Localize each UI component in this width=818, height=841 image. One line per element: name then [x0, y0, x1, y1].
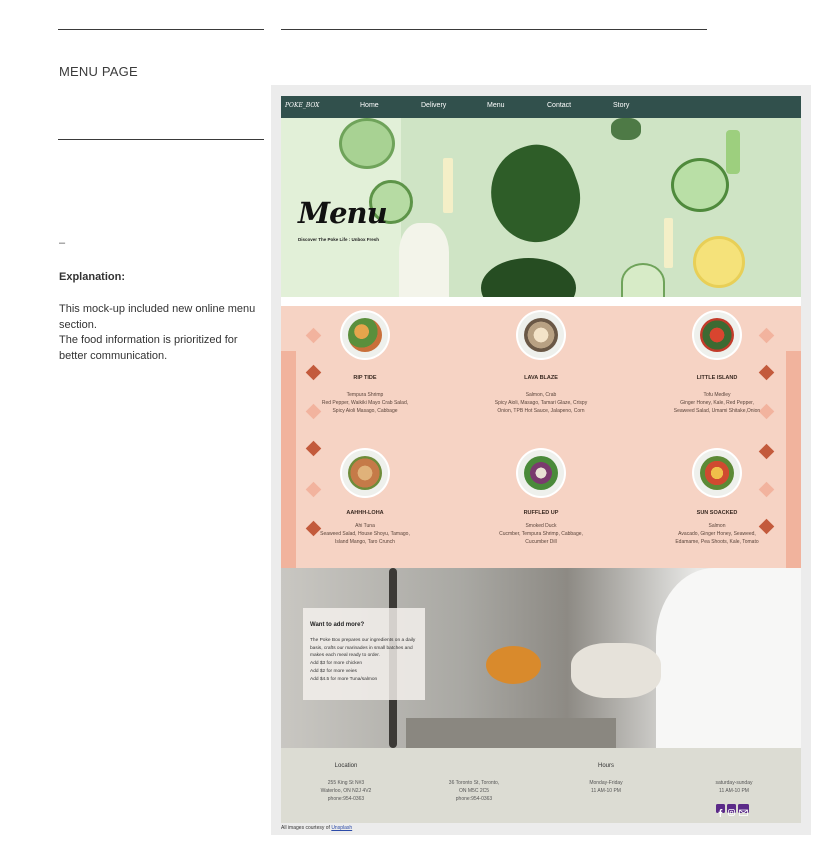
menu-section: RIP TIDE Tempura Shrimp Red Pepper, Waik… [281, 306, 801, 568]
tray [406, 718, 616, 748]
site-logo[interactable]: POKE_BOX [285, 102, 319, 109]
mail-icon[interactable] [738, 804, 749, 816]
bowl-image [694, 450, 740, 496]
chef-coat [656, 568, 801, 748]
footer-hours-1: Hours Monday-Friday 11 AM-10 PM [551, 762, 661, 795]
nav-home[interactable]: Home [360, 102, 379, 109]
footer-location-1: Location 255 King St N#3 Waterloo, ON N2… [291, 762, 401, 803]
menu-item-desc: Ahi Tuna Seaweed Salad, House Shoyu, Tam… [320, 523, 410, 545]
menu-item-aahhh-loha[interactable]: AAHHH-LOHA Ahi Tuna Seaweed Salad, House… [290, 450, 440, 546]
page-title: MENU PAGE [59, 64, 138, 79]
nav-story[interactable]: Story [613, 102, 629, 109]
explanation-heading: Explanation: [59, 271, 126, 283]
nav-delivery[interactable]: Delivery [421, 102, 446, 109]
bowl-image [518, 450, 564, 496]
hero-title: Menu [298, 196, 388, 230]
cucumber-slice [671, 158, 729, 212]
cucumber-slice [339, 118, 395, 169]
hero-subtitle: Discover The Poke Life : Unbox Fresh [298, 237, 380, 242]
menu-item-desc: Salmon Avacado, Ginger Honey, Seaweed, E… [675, 523, 759, 545]
hours-1-text: Monday-Friday 11 AM-10 PM [589, 780, 623, 794]
bowl-image [694, 312, 740, 358]
add-more-heading: Want to add more? [310, 622, 365, 628]
location-1-text: 255 King St N#3 Waterloo, ON N2J 4V2 pho… [320, 780, 372, 802]
apple-stick [443, 158, 453, 213]
spinach-leaf [477, 133, 593, 255]
food-in-hand [486, 646, 541, 684]
gloved-hand [571, 643, 661, 698]
menu-item-name: RIP TIDE [353, 375, 377, 381]
spinach-leaf [481, 258, 576, 297]
bowl-image [342, 450, 388, 496]
menu-item-desc: Tempura Shrimp Red Pepper, Waikiki Mayo … [321, 392, 409, 414]
location-2-text: 36 Toronto St, Toronto, ON M5C 2C5 phone… [448, 780, 500, 802]
bowl-image [342, 312, 388, 358]
explanation-line-1: This mock-up included new online menu se… [59, 303, 256, 331]
apple-stick [664, 218, 673, 268]
menu-item-name: SUN SOACKED [696, 510, 738, 516]
hours-2-text: saturday-sunday 11 AM-10 PM [715, 780, 753, 794]
footer-location-2: 36 Toronto St, Toronto, ON M5C 2C5 phone… [419, 779, 529, 803]
hero-banner: Menu Discover The Poke Life : Unbox Fres… [281, 118, 801, 297]
menu-item-name: RUFFLED UP [523, 510, 559, 516]
footer-hours-2: saturday-sunday 11 AM-10 PM [679, 779, 789, 795]
nav-menu[interactable]: Menu [487, 102, 505, 109]
title-underline [58, 139, 264, 140]
hours-heading: Hours [597, 763, 614, 769]
chef-photo-section: Want to add more? The Poke Box prepares … [281, 568, 801, 748]
location-heading: Location [334, 763, 358, 769]
menu-item-little-island[interactable]: LITTLE ISLAND Tofu Medley Ginger Honey, … [642, 312, 792, 415]
unsplash-link[interactable]: Unsplash [331, 825, 352, 831]
credit-text: All images courtesy of [281, 825, 332, 831]
image-credit: All images courtesy of Unsplash [281, 825, 352, 831]
apple-slice [399, 223, 449, 297]
nav-contact[interactable]: Contact [547, 102, 571, 109]
menu-item-lava-blaze[interactable]: LAVA BLAZE Salmon, Crab Spicy Aioli, Mas… [466, 312, 616, 415]
instagram-icon[interactable] [727, 804, 736, 816]
celery-stick [726, 130, 740, 174]
explanation-line-2: The food information is prioritized for … [59, 334, 238, 362]
menu-item-rip-tide[interactable]: RIP TIDE Tempura Shrimp Red Pepper, Waik… [290, 312, 440, 415]
top-rule-left [58, 29, 264, 30]
dash: – [59, 237, 66, 249]
menu-item-desc: Tofu Medley Ginger Honey, Kale, Red Pepp… [673, 392, 761, 414]
top-rule-right [281, 29, 707, 30]
cucumber-half [621, 263, 665, 297]
lemon-slice [693, 236, 745, 288]
menu-item-desc: Smoked Duck Cucmber, Tempura Shrimp, Cab… [499, 523, 583, 545]
menu-item-name: LAVA BLAZE [524, 375, 558, 381]
explanation-text: This mock-up included new online menu se… [59, 302, 264, 364]
menu-item-sun-soacked[interactable]: SUN SOACKED Salmon Avacado, Ginger Honey… [642, 450, 792, 546]
facebook-icon[interactable] [716, 804, 725, 817]
menu-item-name: LITTLE ISLAND [696, 375, 738, 381]
add-more-body: The Poke Box prepares our ingredients on… [310, 638, 416, 682]
menu-item-ruffled-up[interactable]: RUFFLED UP Smoked Duck Cucmber, Tempura … [466, 450, 616, 546]
bowl-image [518, 312, 564, 358]
add-more-card: Want to add more? The Poke Box prepares … [303, 608, 425, 700]
nav-bar: POKE_BOX Home Delivery Menu Contact Stor… [281, 96, 801, 118]
menu-item-desc: Salmon, Crab Spicy Aioli, Masago, Tamari… [494, 392, 588, 414]
website-mockup: POKE_BOX Home Delivery Menu Contact Stor… [281, 96, 801, 823]
kale-leaf [611, 118, 641, 140]
menu-item-name: AAHHH-LOHA [346, 510, 384, 516]
